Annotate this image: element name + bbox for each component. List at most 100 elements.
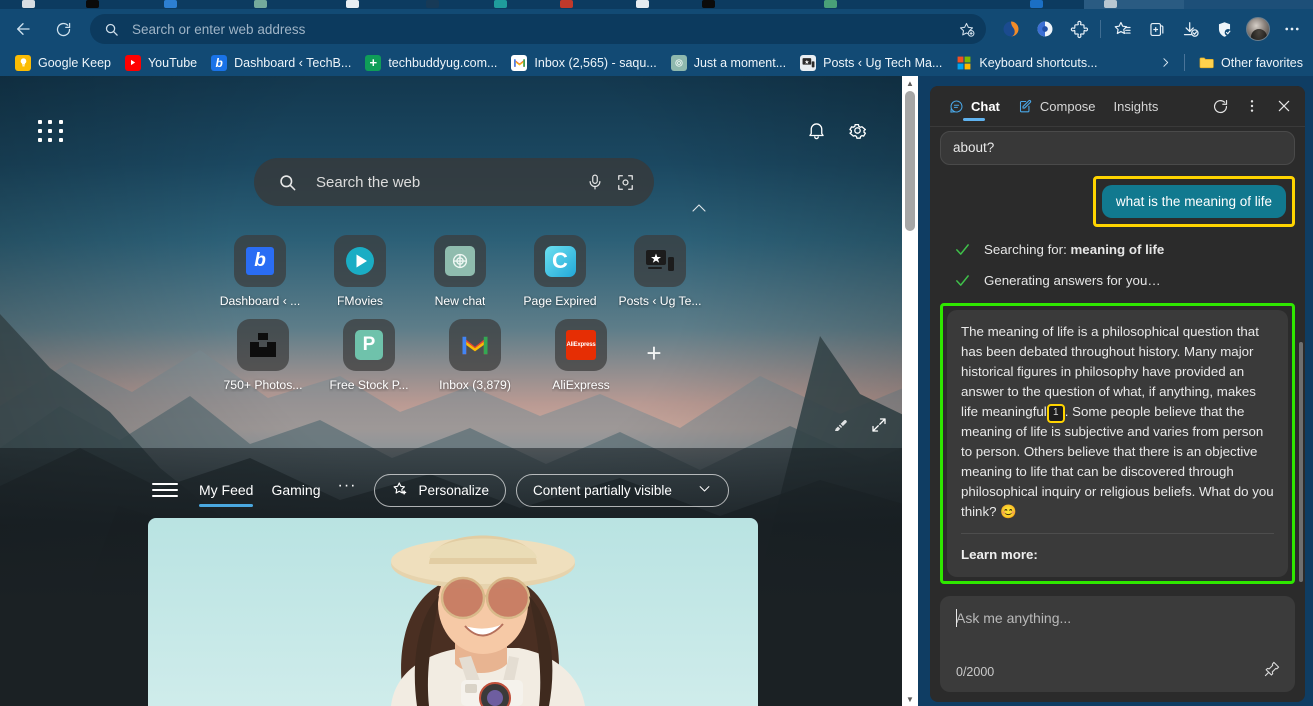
tab-item[interactable] <box>884 0 994 9</box>
shortcut-tiles: b Dashboard ‹ ... FMovies New chat C Pag… <box>210 224 710 392</box>
shortcut-tile[interactable]: b Dashboard ‹ ... <box>210 224 310 308</box>
user-message-bubble: what is the meaning of life <box>1101 185 1286 218</box>
settings-more-icon[interactable] <box>1275 14 1309 44</box>
copilot-header: Chat Compose Insights <box>930 86 1305 127</box>
tab-item[interactable] <box>402 0 474 9</box>
shortcut-tile[interactable]: C Page Expired <box>510 224 610 308</box>
feed-section: My Feed Gaming ··· Personalize Content p… <box>0 448 918 706</box>
hamburger-icon[interactable] <box>152 483 178 497</box>
tab-item[interactable] <box>224 0 320 9</box>
bookmark-item[interactable]: + techbuddyug.com... <box>358 52 504 74</box>
more-options-icon[interactable] <box>1237 91 1267 121</box>
shortcut-tile[interactable]: P Free Stock P... <box>316 308 422 392</box>
bookmark-label: Inbox (2,565) - saqu... <box>534 55 657 70</box>
feed-card[interactable] <box>148 518 758 706</box>
reload-button[interactable] <box>46 14 80 44</box>
tab-strip[interactable] <box>0 0 1313 9</box>
search-query-bold: meaning of life <box>1070 242 1165 257</box>
avatar[interactable] <box>1241 14 1275 44</box>
tab-item[interactable] <box>60 0 136 9</box>
tab-compose-label: Compose <box>1039 99 1096 114</box>
gear-icon[interactable] <box>847 120 868 146</box>
scroll-up-arrow[interactable]: ▲ <box>902 76 918 90</box>
close-icon[interactable] <box>1269 91 1299 121</box>
tab-item-active[interactable] <box>1084 0 1184 9</box>
bookmarks-overflow-chevron[interactable] <box>1152 52 1178 74</box>
tab-item[interactable] <box>538 0 608 9</box>
bookmark-item[interactable]: Posts ‹ Ug Tech Ma... <box>793 52 949 74</box>
feed-tab-my-feed[interactable]: My Feed <box>190 478 262 507</box>
bookmark-item[interactable]: b Dashboard ‹ TechB... <box>204 52 358 74</box>
tab-insights[interactable]: Insights <box>1105 90 1168 122</box>
tab-chat[interactable]: Chat <box>940 90 1009 122</box>
add-shortcut-button[interactable]: + <box>634 314 674 392</box>
shortcut-tile[interactable]: AliExpress AliExpress <box>528 308 634 392</box>
tab-item[interactable] <box>320 0 402 9</box>
feed-tab-gaming[interactable]: Gaming <box>262 478 329 502</box>
shortcut-tile[interactable]: New chat <box>410 224 510 308</box>
content-visibility-dropdown[interactable]: Content partially visible <box>516 473 729 507</box>
check-icon <box>954 272 971 289</box>
scrollbar-thumb[interactable] <box>905 91 915 231</box>
add-favorite-icon[interactable] <box>952 21 980 38</box>
browser-essentials-icon[interactable] <box>1028 14 1062 44</box>
address-bar[interactable]: Search or enter web address <box>90 14 986 44</box>
favorites-icon[interactable] <box>1105 14 1139 44</box>
copilot-input[interactable]: Ask me anything... <box>956 610 1279 626</box>
scroll-down-arrow[interactable]: ▼ <box>902 692 918 706</box>
chevron-up-icon[interactable] <box>690 201 708 219</box>
pexels-tile-icon: P <box>343 319 395 371</box>
copilot-conversation[interactable]: about? what is the meaning of life Searc… <box>930 127 1305 590</box>
downloads-icon[interactable] <box>1173 14 1207 44</box>
copilot-composer[interactable]: Ask me anything... 0/2000 <box>940 596 1295 692</box>
bookmark-item[interactable]: Just a moment... <box>664 52 793 74</box>
wordpress-tile-icon: b <box>234 235 286 287</box>
pin-icon[interactable] <box>1263 660 1281 683</box>
tab-item[interactable] <box>136 0 224 9</box>
profile-avatar[interactable] <box>1246 17 1270 41</box>
personalize-button[interactable]: Personalize <box>374 473 507 507</box>
feed-more-button[interactable]: ··· <box>330 477 365 495</box>
bell-icon[interactable] <box>806 120 827 146</box>
search-input[interactable]: Search the web <box>316 174 580 191</box>
tab-favicon <box>86 0 99 8</box>
status-generating-text: Generating answers for you… <box>984 273 1161 288</box>
bookmark-item[interactable]: Inbox (2,565) - saqu... <box>504 52 663 74</box>
tab-item[interactable] <box>792 0 884 9</box>
shortcut-tile[interactable]: FMovies <box>310 224 410 308</box>
tab-favicon <box>1030 0 1043 8</box>
tab-compose[interactable]: Compose <box>1009 90 1105 122</box>
tab-item[interactable] <box>694 0 792 9</box>
expand-icon[interactable] <box>870 416 888 439</box>
shortcut-tile[interactable]: Inbox (3,879) <box>422 308 528 392</box>
tab-item[interactable] <box>474 0 538 9</box>
shortcut-tile[interactable]: 750+ Photos... <box>210 308 316 392</box>
app-launcher-icon[interactable] <box>38 120 66 144</box>
other-favorites-button[interactable]: Other favorites <box>1191 52 1313 74</box>
tab-item[interactable] <box>0 0 60 9</box>
tab-favicon <box>1104 0 1117 8</box>
tab-item[interactable] <box>608 0 694 9</box>
address-input[interactable]: Search or enter web address <box>132 22 952 37</box>
sparkle-star-icon <box>391 480 409 501</box>
visual-search-icon[interactable] <box>610 173 640 192</box>
refresh-icon[interactable] <box>1205 91 1235 121</box>
citation-badge[interactable]: 1 <box>1046 403 1065 423</box>
copilot-scrollbar-thumb[interactable] <box>1299 342 1303 582</box>
extensions-icon[interactable] <box>1062 14 1096 44</box>
edit-background-icon[interactable] <box>832 416 850 439</box>
bookmark-item[interactable]: YouTube <box>118 52 204 74</box>
collections-icon[interactable] <box>1139 14 1173 44</box>
web-search-box[interactable]: Search the web <box>254 158 654 206</box>
copilot-icon[interactable] <box>994 14 1028 44</box>
back-button[interactable] <box>6 14 40 44</box>
page-scrollbar[interactable]: ▲ ▼ <box>902 76 918 706</box>
shortcut-tile[interactable]: Posts ‹ Ug Te... <box>610 224 710 308</box>
microphone-icon[interactable] <box>580 173 610 191</box>
tab-item[interactable] <box>994 0 1084 9</box>
status-generating: Generating answers for you… <box>954 272 1295 289</box>
shield-icon[interactable] <box>1207 14 1241 44</box>
tab-item[interactable] <box>1184 0 1313 9</box>
bookmark-item[interactable]: Google Keep <box>8 52 118 74</box>
bookmark-item[interactable]: Keyboard shortcuts... <box>949 52 1104 74</box>
